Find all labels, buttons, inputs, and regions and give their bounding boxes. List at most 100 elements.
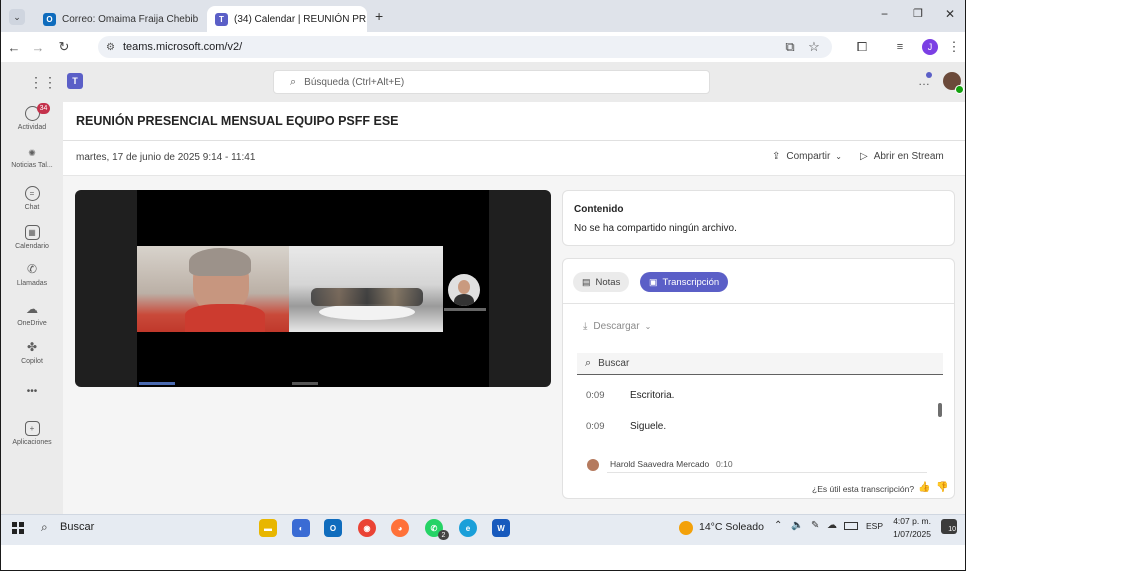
phone-icon: ✆: [26, 262, 38, 276]
rail-item-onedrive[interactable]: ☁ OneDrive: [1, 302, 63, 338]
restore-button[interactable]: ❐: [913, 7, 923, 20]
entry-time[interactable]: 0:09: [586, 390, 605, 401]
address-bar[interactable]: ⚙ teams.microsoft.com/v2/: [98, 36, 832, 58]
pen-icon[interactable]: ✎: [811, 520, 819, 531]
volume-icon[interactable]: 🔈: [791, 520, 803, 531]
share-icon: ⇪: [772, 151, 781, 162]
close-icon[interactable]: ✕: [198, 13, 205, 26]
start-button[interactable]: [12, 522, 24, 534]
site-info-icon[interactable]: ⚙: [106, 42, 115, 53]
blank-area: [1, 545, 965, 570]
tab-notes[interactable]: ▤ Notas: [573, 272, 630, 292]
rail-label: Calendario: [15, 243, 49, 250]
download-label: Descargar: [593, 321, 640, 332]
transcript-card: ▤ Notas ▣ Transcripción ⤓ Descargar ⌄ ⌕ …: [562, 258, 955, 499]
outlook-icon: O: [43, 12, 56, 26]
rail-item-more[interactable]: •••: [1, 386, 63, 422]
more-icon: •••: [26, 386, 38, 397]
participant-video-room: [289, 246, 443, 332]
battery-icon[interactable]: [844, 522, 858, 530]
language-indicator[interactable]: ESP: [866, 521, 883, 531]
rail-item-calls[interactable]: ✆ Llamadas: [1, 262, 63, 298]
transcript-icon: ▣: [649, 276, 658, 287]
tab-groups-icon[interactable]: ≡: [889, 36, 911, 58]
search-input[interactable]: ⌕ Búsqueda (Ctrl+Alt+E): [273, 70, 710, 94]
download-icon: ⤓: [583, 321, 588, 332]
meeting-datetime: martes, 17 de junio de 2025 9:14 - 11:41: [76, 152, 256, 163]
participant-name-tag: [444, 308, 486, 311]
new-tab-button[interactable]: +: [375, 8, 383, 24]
bookmark-star-icon[interactable]: ☆: [803, 36, 825, 58]
tab-outlook[interactable]: O Correo: Omaima Fraija Chebib ✕: [35, 6, 205, 32]
speaker-time: 0:10: [716, 459, 733, 469]
speaker-name: Harold Saavedra Mercado: [610, 459, 710, 469]
rail-label: OneDrive: [17, 320, 47, 327]
activity-badge: 34: [37, 103, 50, 114]
network-icon[interactable]: ☁: [827, 520, 837, 531]
clock-date[interactable]: 1/07/2025: [889, 529, 931, 539]
thumbs-up-icon[interactable]: 👍: [918, 482, 930, 493]
teams-logo-icon: T: [67, 73, 83, 89]
file-explorer-icon[interactable]: ▬: [259, 519, 277, 537]
rail-item-news[interactable]: ✺ Noticias Tal...: [1, 146, 63, 182]
close-window-button[interactable]: ✕: [945, 7, 955, 21]
entry-time[interactable]: 0:09: [586, 421, 605, 432]
download-button[interactable]: ⤓ Descargar ⌄: [583, 321, 651, 332]
thumbs-down-icon[interactable]: 👎: [936, 482, 948, 493]
rail-item-copilot[interactable]: ✤ Copilot: [1, 340, 63, 376]
notification-count: 10: [948, 526, 956, 533]
minimize-button[interactable]: −: [881, 7, 888, 21]
show-hidden-icons[interactable]: ⌃: [774, 520, 782, 531]
rail-item-chat[interactable]: = Chat: [1, 186, 63, 222]
participant-name-tag: [292, 382, 318, 385]
open-in-stream-button[interactable]: ▷ Abrir en Stream: [860, 151, 944, 162]
outlook-icon[interactable]: O: [324, 519, 342, 537]
tab-teams[interactable]: T (34) Calendar | REUNIÓN PR 🔈 ✕: [207, 6, 367, 32]
entry-text: Escritoria.: [630, 390, 675, 401]
search-icon: ⌕: [290, 75, 297, 88]
clock-time[interactable]: 4:07 p. m.: [891, 516, 931, 526]
back-button[interactable]: ←: [3, 36, 25, 58]
divider: [563, 303, 954, 304]
entry-text: Siguele.: [630, 421, 667, 432]
weather-text[interactable]: 14°C Soleado: [699, 521, 764, 533]
notification-center-icon[interactable]: 10: [941, 519, 957, 534]
extensions-icon[interactable]: ⧠: [851, 36, 873, 58]
app-icon[interactable]: ◐: [292, 519, 310, 537]
transcript-search-input[interactable]: ⌕ Buscar: [577, 353, 943, 375]
share-button[interactable]: ⇪ Compartir ⌄: [772, 151, 842, 162]
whatsapp-badge: 2: [438, 530, 449, 540]
taskbar-search[interactable]: Buscar: [60, 521, 94, 533]
word-icon[interactable]: W: [492, 519, 510, 537]
windows-taskbar: [1, 514, 965, 545]
meeting-info-bar: martes, 17 de junio de 2025 9:14 - 11:41…: [63, 141, 965, 176]
tab-label: Transcripción: [662, 276, 720, 288]
tab-transcript[interactable]: ▣ Transcripción: [640, 272, 729, 292]
rail-item-activity[interactable]: Actividad: [1, 106, 63, 142]
install-app-icon[interactable]: ⧉: [779, 36, 801, 58]
chevron-down-icon: ⌄: [644, 322, 652, 331]
reload-button[interactable]: ↻: [53, 36, 75, 58]
rail-item-calendar[interactable]: ▦ Calendario: [1, 225, 63, 261]
participant-avatar: [448, 274, 480, 306]
forward-button[interactable]: →: [27, 36, 49, 58]
participant-video-man: [137, 246, 289, 332]
search-icon[interactable]: ⌕: [41, 520, 48, 535]
menu-icon[interactable]: ⋮: [943, 36, 965, 58]
profile-avatar[interactable]: J: [922, 39, 938, 55]
search-placeholder: Búsqueda (Ctrl+Alt+E): [304, 76, 405, 88]
edge-icon[interactable]: e: [459, 519, 477, 537]
transcript-scrollbar[interactable]: [938, 403, 942, 417]
content-heading: Contenido: [574, 204, 624, 215]
news-icon: ✺: [28, 148, 36, 158]
chevron-down-icon: ⌄: [835, 152, 842, 161]
firefox-icon[interactable]: ◕: [391, 519, 409, 537]
calendar-icon: ▦: [24, 225, 40, 240]
meeting-recording-player[interactable]: [75, 190, 551, 387]
app-launcher-icon[interactable]: ⋮⋮: [29, 74, 57, 91]
share-label: Compartir: [786, 151, 831, 162]
chrome-icon[interactable]: ◉: [358, 519, 376, 537]
rail-item-apps[interactable]: + Aplicaciones: [1, 421, 63, 457]
screen: ⌄ O Correo: Omaima Fraija Chebib ✕ T (34…: [0, 0, 966, 571]
tab-search-button[interactable]: ⌄: [9, 9, 25, 25]
